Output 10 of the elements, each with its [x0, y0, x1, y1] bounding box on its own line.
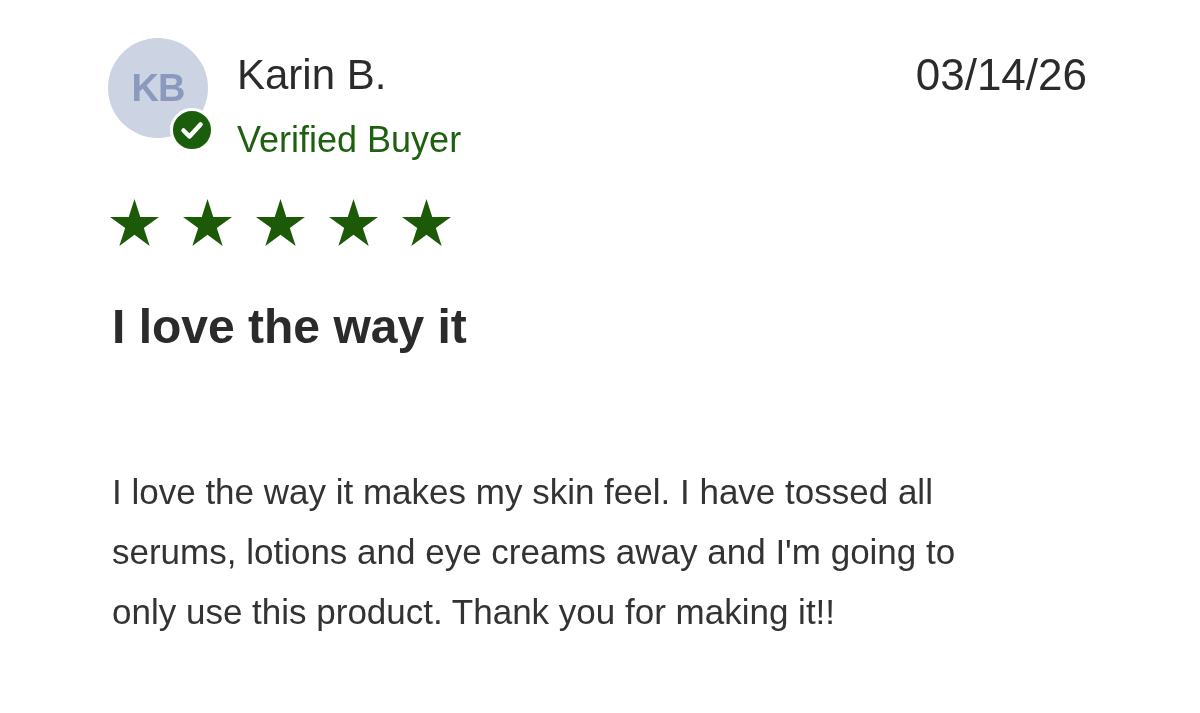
- filled-star-icon: [183, 199, 232, 246]
- verified-label: Verified Buyer: [237, 119, 462, 161]
- reviewer-name: Karin B.: [237, 51, 388, 99]
- review-date: 03/14/26: [915, 50, 1087, 100]
- review-body: I love the way it makes my skin feel. I have tossed all serums, lotions and eye creams away and I'm going to only use this product. Thank you for making it!!: [112, 471, 957, 633]
- filled-star-icon: [110, 199, 159, 246]
- filled-star-icon: [256, 199, 305, 246]
- filled-star-icon: [402, 199, 451, 246]
- review-title: I love the way it: [112, 299, 468, 355]
- filled-star-icon: [329, 199, 378, 246]
